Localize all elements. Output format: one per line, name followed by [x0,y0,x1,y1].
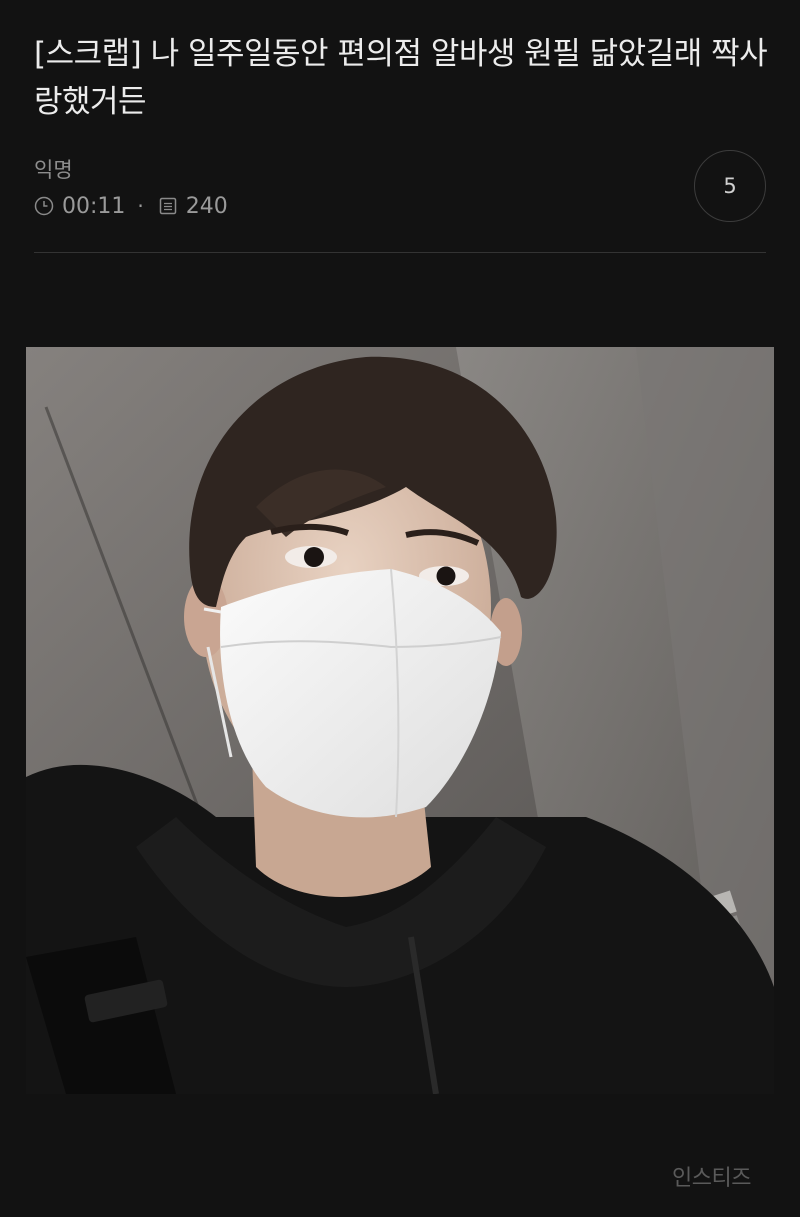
post-title: [스크랩] 나 일주일동안 편의점 알바생 원필 닮았길래 짝사랑했거든 [34,36,768,120]
comment-count-button[interactable]: 5 [694,150,766,222]
document-list-icon [158,196,178,216]
header-divider [34,252,766,253]
clock-icon [34,196,54,216]
meta-separator: · [137,194,144,218]
post-time: 00:11 [62,193,126,219]
post-photo [26,347,774,1094]
watermark-logo: 인스티즈 [672,1166,751,1191]
post-meta: 00:11 · 240 [34,191,228,221]
author-name: 익명 [34,158,73,182]
view-count: 240 [185,193,228,219]
